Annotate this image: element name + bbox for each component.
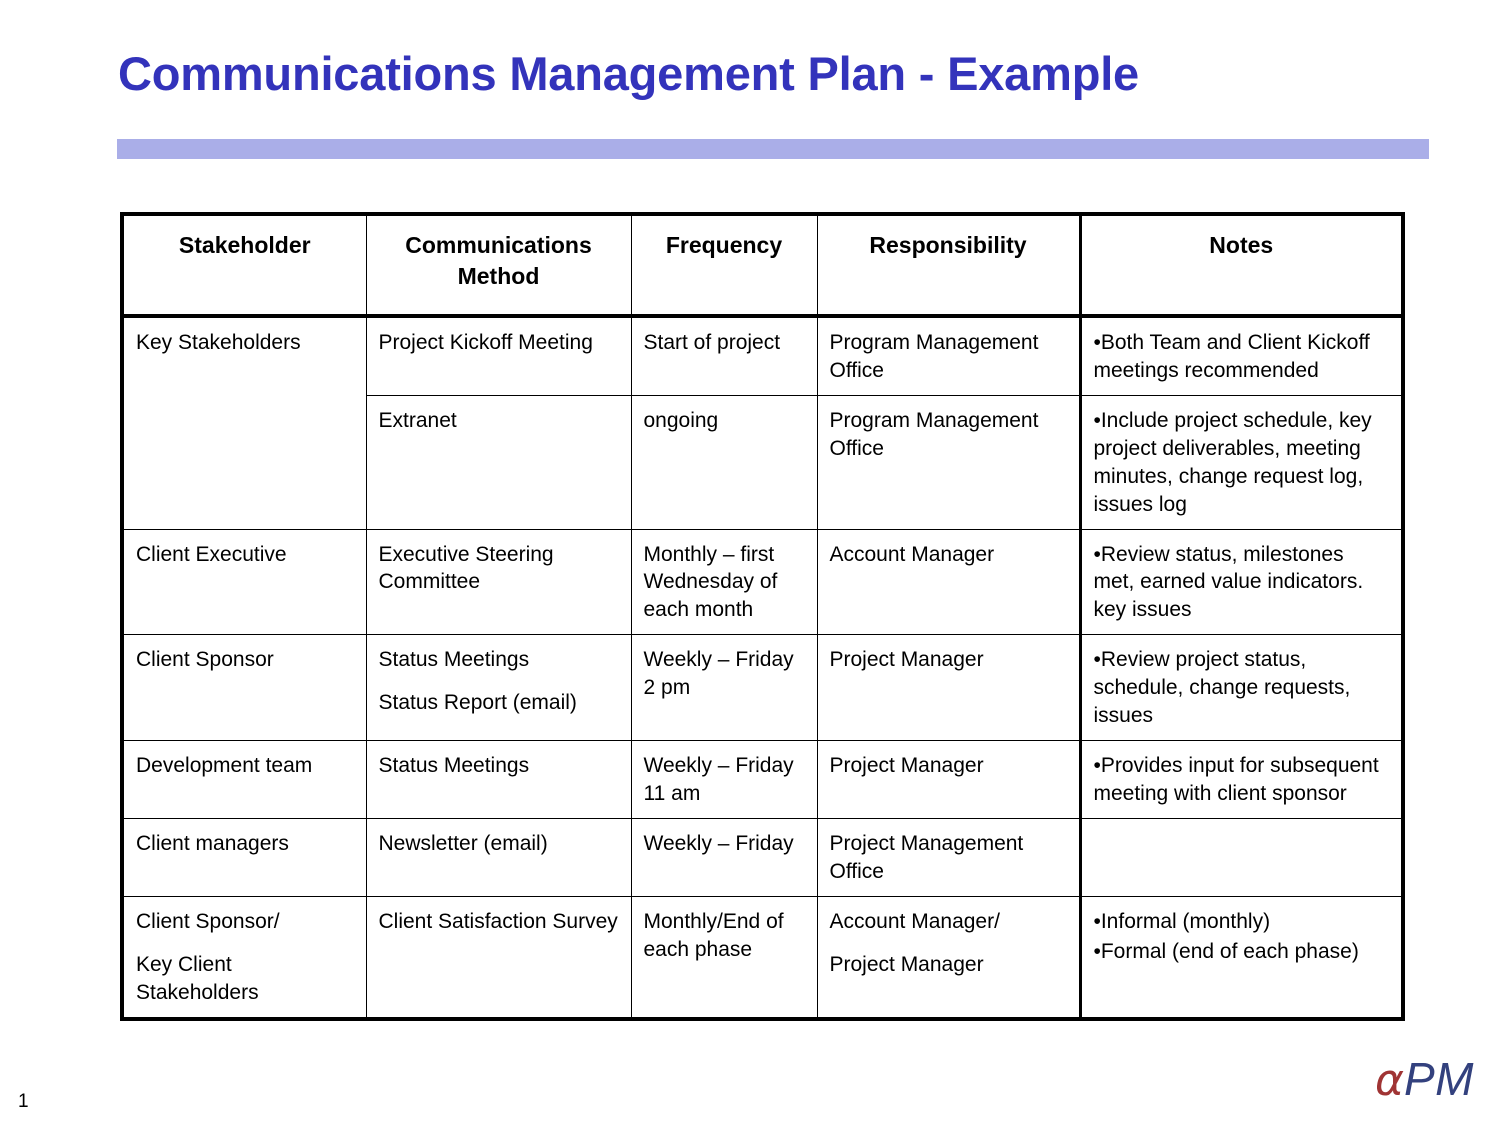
title-accent-bar bbox=[117, 139, 1429, 159]
method-line: Status Meetings bbox=[378, 648, 530, 672]
table-row: Client managers Newsletter (email) Weekl… bbox=[121, 817, 1404, 897]
cell-responsibility: Account Manager/ Project Manager bbox=[816, 895, 1081, 1020]
cell-frequency: ongoing bbox=[630, 394, 818, 530]
cell-method: Status Meetings bbox=[365, 740, 632, 819]
note-bullet: •Provides input for subsequent meeting w… bbox=[1093, 754, 1379, 805]
method-text: Newsletter (email) bbox=[378, 831, 548, 855]
stakeholder-line: Key Client Stakeholders bbox=[136, 952, 259, 1004]
page-number: 1 bbox=[18, 1091, 29, 1112]
communications-plan-table-container: Stakeholder Communications Method Freque… bbox=[120, 212, 1405, 1021]
cell-frequency: Weekly – Friday bbox=[630, 817, 818, 897]
cell-method: Extranet bbox=[365, 394, 632, 530]
cell-responsibility: Program Management Office bbox=[816, 394, 1081, 530]
column-header-stakeholder: Stakeholder bbox=[121, 213, 367, 318]
method-text: Client Satisfaction Survey bbox=[378, 909, 618, 933]
cell-frequency: Weekly – Friday 2 pm bbox=[630, 634, 818, 742]
frequency-text: Weekly – Friday 2 pm bbox=[643, 648, 794, 700]
cell-notes-empty bbox=[1078, 817, 1404, 897]
cell-responsibility: Program Management Office bbox=[816, 315, 1081, 396]
cell-notes: •Both Team and Client Kickoff meetings r… bbox=[1078, 315, 1404, 396]
table-header-row: Stakeholder Communications Method Freque… bbox=[121, 213, 1404, 318]
responsibility-text: Project Manager bbox=[829, 754, 984, 778]
responsibility-text: Program Management Office bbox=[829, 331, 1039, 382]
note-bullet: •Include project schedule, key project d… bbox=[1093, 408, 1372, 516]
method-text: Status Meetings bbox=[378, 754, 530, 778]
cell-stakeholder: Client managers bbox=[121, 817, 367, 897]
responsibility-line: Account Manager/ bbox=[829, 909, 1000, 933]
cell-frequency: Weekly – Friday 11 am bbox=[630, 740, 818, 819]
stakeholder-text: Client Sponsor bbox=[136, 648, 274, 672]
stakeholder-text: Development team bbox=[136, 754, 313, 778]
cell-stakeholder: Development team bbox=[121, 740, 367, 819]
cell-frequency: Monthly/End of each phase bbox=[630, 895, 818, 1020]
column-header-method: Communications Method bbox=[365, 213, 632, 318]
cell-method: Executive Steering Committee bbox=[365, 528, 632, 636]
stakeholder-text: Client Executive bbox=[136, 542, 287, 566]
brand-alpha-glyph: α bbox=[1374, 1055, 1404, 1106]
note-bullet: •Review status, milestones met, earned v… bbox=[1093, 542, 1364, 622]
method-text: Executive Steering Committee bbox=[378, 542, 554, 594]
cell-responsibility: Project Manager bbox=[816, 740, 1081, 819]
cell-responsibility: Project Management Office bbox=[816, 817, 1081, 897]
table-row: Client Sponsor/ Key Client Stakeholders … bbox=[121, 895, 1404, 1020]
cell-responsibility: Project Manager bbox=[816, 634, 1081, 742]
cell-stakeholder: Client Sponsor bbox=[121, 634, 367, 742]
column-header-notes: Notes bbox=[1078, 213, 1404, 318]
column-header-responsibility: Responsibility bbox=[816, 213, 1081, 318]
cell-responsibility: Account Manager bbox=[816, 528, 1081, 636]
note-empty bbox=[1094, 830, 1390, 831]
note-bullet: •Formal (end of each phase) bbox=[1093, 939, 1359, 963]
page-title: Communications Management Plan - Example bbox=[118, 47, 1139, 100]
cell-notes: •Informal (monthly) •Formal (end of each… bbox=[1078, 895, 1404, 1020]
stakeholder-line: Client Sponsor/ bbox=[136, 909, 280, 933]
brand-logo: αPM bbox=[1375, 1056, 1474, 1103]
frequency-text: Weekly – Friday bbox=[643, 831, 794, 855]
responsibility-line: Project Manager bbox=[829, 952, 984, 976]
note-bullet: •Informal (monthly) bbox=[1093, 909, 1271, 933]
cell-notes: •Review project status, schedule, change… bbox=[1078, 634, 1404, 742]
cell-stakeholder: Key Stakeholders bbox=[121, 315, 367, 530]
cell-stakeholder: Client Executive bbox=[121, 528, 367, 636]
table-row: Client Sponsor Status Meetings Status Re… bbox=[121, 634, 1404, 742]
frequency-text: Monthly – first Wednesday of each month bbox=[643, 542, 778, 622]
table-row: Client Executive Executive Steering Comm… bbox=[121, 528, 1404, 636]
note-bullet: •Both Team and Client Kickoff meetings r… bbox=[1093, 331, 1370, 382]
table-row: Development team Status Meetings Weekly … bbox=[121, 740, 1404, 819]
cell-notes: •Review status, milestones met, earned v… bbox=[1078, 528, 1404, 636]
responsibility-text: Program Management Office bbox=[829, 408, 1039, 460]
frequency-text: Weekly – Friday 11 am bbox=[643, 754, 794, 805]
note-bullet: •Review project status, schedule, change… bbox=[1093, 648, 1351, 728]
responsibility-text: Project Manager bbox=[829, 648, 984, 672]
cell-frequency: Start of project bbox=[630, 315, 818, 396]
method-text: Project Kickoff Meeting bbox=[378, 331, 593, 354]
brand-pm-text: PM bbox=[1404, 1053, 1474, 1105]
cell-frequency: Monthly – first Wednesday of each month bbox=[630, 528, 818, 636]
table-row: Key Stakeholders Project Kickoff Meeting… bbox=[121, 315, 1404, 530]
stakeholder-text: Client managers bbox=[136, 831, 289, 855]
stakeholder-text: Key Stakeholders bbox=[136, 331, 301, 354]
method-text: Extranet bbox=[378, 408, 457, 432]
cell-method: Status Meetings Status Report (email) bbox=[365, 634, 632, 742]
cell-notes: •Include project schedule, key project d… bbox=[1078, 394, 1404, 530]
frequency-text: Start of project bbox=[643, 331, 781, 354]
cell-stakeholder: Client Sponsor/ Key Client Stakeholders bbox=[121, 895, 367, 1020]
cell-notes: •Provides input for subsequent meeting w… bbox=[1078, 740, 1404, 819]
communications-plan-table: Stakeholder Communications Method Freque… bbox=[120, 212, 1405, 1021]
cell-method: Client Satisfaction Survey bbox=[365, 895, 632, 1020]
method-line: Status Report (email) bbox=[378, 691, 577, 715]
responsibility-text: Account Manager bbox=[829, 542, 995, 566]
cell-method: Project Kickoff Meeting bbox=[365, 315, 632, 396]
frequency-text: ongoing bbox=[643, 408, 719, 432]
cell-method: Newsletter (email) bbox=[365, 817, 632, 897]
responsibility-text: Project Management Office bbox=[829, 831, 1024, 883]
frequency-text: Monthly/End of each phase bbox=[643, 909, 784, 961]
column-header-frequency: Frequency bbox=[630, 213, 818, 318]
